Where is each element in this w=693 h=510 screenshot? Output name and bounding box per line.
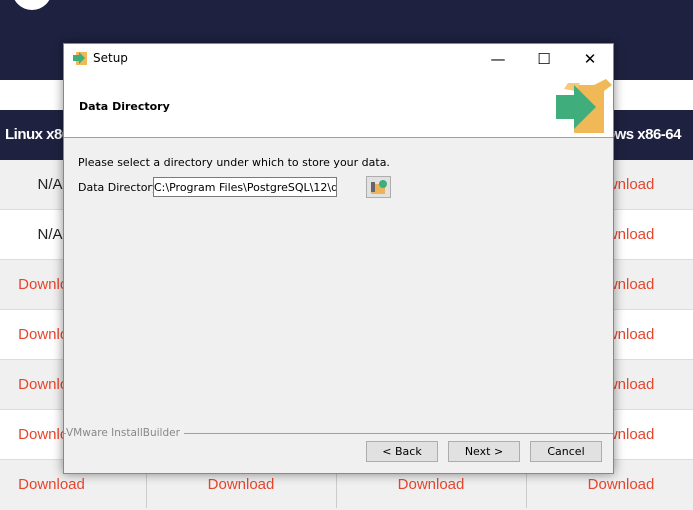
- title-bar[interactable]: Setup — ☐ ✕: [64, 44, 613, 73]
- setup-dialog: Setup — ☐ ✕ Data Directory Please select…: [63, 43, 614, 474]
- close-button[interactable]: ✕: [567, 44, 613, 73]
- page-title: Data Directory: [79, 100, 170, 113]
- window-title: Setup: [93, 51, 128, 65]
- installer-box-icon: [556, 79, 612, 133]
- description: Please select a directory under which to…: [78, 156, 390, 169]
- brand-label: VMware InstallBuilder: [66, 427, 184, 439]
- data-directory-label: Data Directory: [78, 181, 159, 194]
- next-button[interactable]: Next >: [448, 441, 520, 462]
- minimize-button[interactable]: —: [475, 44, 521, 73]
- data-directory-input[interactable]: C:\Program Files\PostgreSQL\12\data: [153, 177, 337, 197]
- browse-button[interactable]: [366, 176, 391, 198]
- cancel-button[interactable]: Cancel: [530, 441, 602, 462]
- installer-icon: [73, 52, 87, 65]
- site-logo: [12, 0, 52, 10]
- back-button[interactable]: < Back: [366, 441, 438, 462]
- folder-icon: [370, 180, 387, 194]
- dialog-header: Data Directory: [64, 73, 613, 138]
- maximize-button[interactable]: ☐: [521, 44, 567, 73]
